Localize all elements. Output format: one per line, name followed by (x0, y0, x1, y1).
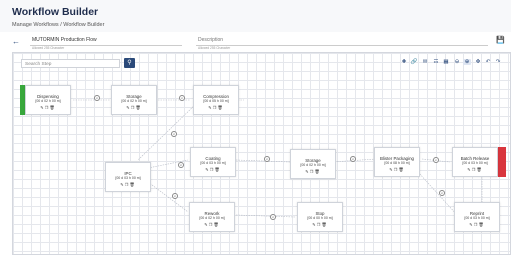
step-node-coating[interactable]: Coating [00 d 03 h 00 m] ✎❐🗑 (190, 147, 236, 177)
step-node-rework[interactable]: Rework [00 d 02 h 00 m] ✎❐🗑 (189, 202, 235, 232)
step-node-stop[interactable]: Stop [00 d 00 h 00 m] ✎❐🗑 (297, 202, 343, 232)
edit-copy-delete-icons[interactable]: ✎❐🗑 (112, 105, 156, 111)
link-port-icon[interactable]: ∞ (433, 157, 439, 163)
step-node-dispensing[interactable]: Dispensing [00 d 02 h 00 m] ✎❐🗑 (25, 85, 71, 115)
step-node-reprint[interactable]: Reprint [00 d 03 h 00 m] ✎❐🗑 (454, 202, 500, 232)
step-duration: [00 d 02 h 00 m] (199, 216, 225, 220)
step-node-ipc[interactable]: IPC [00 d 03 h 00 m] ✎❐🗑 (105, 162, 151, 192)
link-port-icon[interactable]: ∞ (350, 156, 356, 162)
edit-copy-delete-icons[interactable]: ✎❐🗑 (298, 222, 342, 228)
edit-copy-delete-icons[interactable]: ✎❐🗑 (291, 169, 335, 175)
step-node-compression[interactable]: Compression [00 d 05 h 00 m] ✎❐🗑 (193, 85, 239, 115)
step-duration: [00 d 03 h 00 m] (464, 216, 490, 220)
step-node-batch-release[interactable]: Batch Release [00 d 03 h 00 m] ✎❐🗑 (452, 147, 498, 177)
step-duration: [00 d 02 h 00 m] (300, 163, 326, 167)
link-port-icon[interactable]: ∞ (270, 214, 276, 220)
step-duration: [00 d 03 h 00 m] (115, 176, 141, 180)
link-port-icon[interactable]: ∞ (94, 95, 100, 101)
edit-copy-delete-icons[interactable]: ✎❐🗑 (455, 222, 499, 228)
link-port-icon[interactable]: ∞ (178, 162, 184, 168)
link-port-icon[interactable]: ∞ (179, 95, 185, 101)
link-port-icon[interactable]: ∞ (172, 193, 178, 199)
edit-copy-delete-icons[interactable]: ✎❐🗑 (453, 167, 497, 173)
step-duration: [00 d 05 h 00 m] (203, 99, 229, 103)
edit-copy-delete-icons[interactable]: ✎❐🗑 (190, 222, 234, 228)
edit-copy-delete-icons[interactable]: ✎❐🗑 (106, 182, 150, 188)
step-node-blister-packaging[interactable]: Blister Packaging [00 d 08 h 00 m] ✎❐🗑 (374, 147, 420, 177)
step-node-storage-2[interactable]: Storage [00 d 02 h 00 m] ✎❐🗑 (290, 149, 336, 179)
step-duration: [00 d 03 h 00 m] (462, 161, 488, 165)
link-port-icon[interactable]: ∞ (439, 190, 445, 196)
edit-copy-delete-icons[interactable]: ✎❐🗑 (26, 105, 70, 111)
edit-copy-delete-icons[interactable]: ✎❐🗑 (194, 105, 238, 111)
edit-copy-delete-icons[interactable]: ✎❐🗑 (375, 167, 419, 173)
connection-lines (73, 99, 483, 218)
step-node-storage[interactable]: Storage [00 d 02 h 00 m] ✎❐🗑 (111, 85, 157, 115)
step-duration: [00 d 02 h 00 m] (35, 99, 61, 103)
edit-copy-delete-icons[interactable]: ✎❐🗑 (191, 167, 235, 173)
step-duration: [00 d 00 h 00 m] (307, 216, 333, 220)
end-marker (498, 147, 506, 177)
step-duration: [00 d 08 h 00 m] (384, 161, 410, 165)
link-port-icon[interactable]: ∞ (264, 156, 270, 162)
link-port-icon[interactable]: ∞ (171, 131, 177, 137)
step-duration: [00 d 03 h 00 m] (200, 161, 226, 165)
step-duration: [00 d 02 h 00 m] (121, 99, 147, 103)
